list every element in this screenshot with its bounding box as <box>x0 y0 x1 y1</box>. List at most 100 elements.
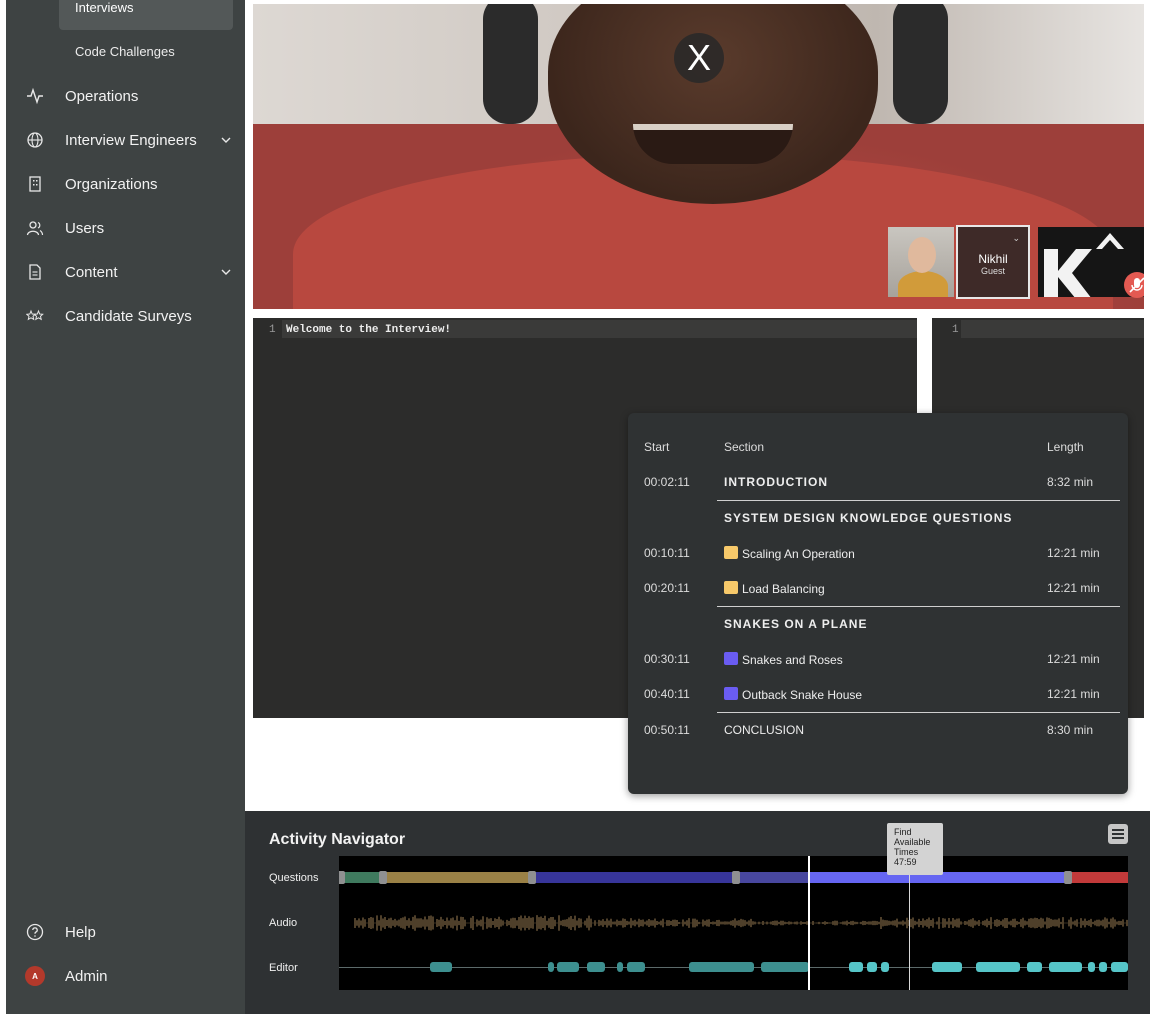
sidebar-item-content[interactable]: Content <box>6 250 245 294</box>
sidebar-item-users[interactable]: Users <box>6 206 245 250</box>
editor-activity-block[interactable] <box>627 962 645 972</box>
list-toggle-button[interactable] <box>1108 824 1128 844</box>
sidebar-item-label: Operations <box>65 87 139 105</box>
code-text: Welcome to the Interview! <box>286 324 452 336</box>
chevron-down-icon[interactable] <box>219 133 233 147</box>
editor-activity-block[interactable] <box>867 962 877 972</box>
sections-popup: Start Section Length 00:02:11 INTRODUCTI… <box>628 413 1128 794</box>
editor-activity-block[interactable] <box>932 962 962 972</box>
timeline[interactable] <box>339 856 1128 990</box>
editor-activity-block[interactable] <box>617 962 623 972</box>
video-subject-smile <box>633 124 793 164</box>
sidebar-item-operations[interactable]: Operations <box>6 74 245 118</box>
section-group-title: SYSTEM DESIGN KNOWLEDGE QUESTIONS <box>724 511 1013 525</box>
editor-activity-block[interactable] <box>557 962 579 972</box>
thumbnail-head <box>908 237 936 273</box>
sidebar-item-admin[interactable]: A Admin <box>6 954 245 998</box>
section-title[interactable]: CONCLUSION <box>724 723 804 737</box>
sidebar-item-label: Interview Engineers <box>65 131 197 149</box>
editor-activity-block[interactable] <box>849 962 863 972</box>
segment-handle[interactable] <box>528 871 536 884</box>
section-title-text: Scaling An Operation <box>742 547 855 561</box>
avatar-letter: A <box>25 966 45 986</box>
chevron-down-icon[interactable]: ⌄ <box>1012 233 1020 244</box>
column-header-length: Length <box>1047 440 1084 454</box>
section-title-text: Outback Snake House <box>742 688 863 702</box>
editor-activity-block[interactable] <box>548 962 554 972</box>
sidebar-item-label: Users <box>65 219 105 237</box>
sidebar-item-candidate-surveys[interactable]: Candidate Surveys <box>6 294 245 338</box>
editor-activity-block[interactable] <box>1088 962 1095 972</box>
participant-role: Guest <box>980 266 1005 276</box>
sidebar-subitem-code-challenges[interactable]: Code Challenges <box>75 44 175 59</box>
thumbnail-body <box>898 271 948 297</box>
section-start: 00:50:11 <box>644 723 690 737</box>
sidebar-item-label: Admin <box>65 967 108 985</box>
activity-navigator: Activity Navigator Questions Audio Edito… <box>245 811 1150 1014</box>
playhead[interactable] <box>808 856 810 990</box>
segment-handle[interactable] <box>379 871 387 884</box>
segment-handle[interactable] <box>339 871 345 884</box>
editor-activity-block[interactable] <box>430 962 452 972</box>
section-color-swatch <box>724 581 738 594</box>
chevron-down-icon[interactable] <box>219 265 233 279</box>
close-video-button[interactable]: X <box>674 33 724 83</box>
section-length: 8:32 min <box>1047 475 1094 489</box>
document-icon <box>25 262 45 282</box>
section-title-text: Snakes and Roses <box>742 653 843 667</box>
editor-activity-block[interactable] <box>689 962 754 972</box>
globe-icon <box>25 130 45 150</box>
sidebar-item-interview-engineers[interactable]: Interview Engineers <box>6 118 245 162</box>
participant-thumbnail-1[interactable] <box>888 227 954 297</box>
headphones-right <box>893 4 948 124</box>
activity-navigator-title: Activity Navigator <box>269 831 406 848</box>
tooltip-text: Available <box>894 837 931 847</box>
section-title[interactable]: INTRODUCTION <box>724 475 828 489</box>
column-header-start: Start <box>644 440 670 454</box>
editor-activity-block[interactable] <box>976 962 1020 972</box>
timeline-tooltip: Find Available Times 47:59 <box>887 823 943 875</box>
divider <box>717 500 1120 501</box>
editor-activity-block[interactable] <box>1099 962 1107 972</box>
editor-activity-block[interactable] <box>1049 962 1082 972</box>
sidebar-item-organizations[interactable]: Organizations <box>6 162 245 206</box>
building-icon <box>25 174 45 194</box>
section-color-swatch <box>724 687 738 700</box>
editor-activity-block[interactable] <box>1027 962 1042 972</box>
segment-handle[interactable] <box>1064 871 1072 884</box>
users-icon <box>25 218 45 238</box>
section-title[interactable]: Load Balancing <box>724 581 825 596</box>
code-line[interactable] <box>961 320 1144 338</box>
sidebar-item-interviews[interactable]: Interviews <box>59 0 233 30</box>
sidebar-item-help[interactable]: Help <box>6 910 245 954</box>
section-title[interactable]: Snakes and Roses <box>724 652 843 667</box>
avatar: A <box>25 966 45 986</box>
section-length: 12:21 min <box>1047 652 1100 666</box>
audio-waveform <box>354 915 1128 931</box>
section-start: 00:20:11 <box>644 581 690 595</box>
participant-thumbnail-nikhil[interactable]: ⌄ Nikhil Guest <box>956 225 1030 299</box>
question-segment-intro[interactable] <box>339 872 381 883</box>
section-title[interactable]: Scaling An Operation <box>724 546 855 561</box>
section-color-swatch <box>724 546 738 559</box>
sidebar-item-label: Interviews <box>75 0 134 15</box>
editor-activity-block[interactable] <box>881 962 889 972</box>
row-label-questions: Questions <box>269 872 319 884</box>
activity-icon <box>25 86 45 106</box>
sidebar-item-label: Organizations <box>65 175 158 193</box>
question-segment-snakes[interactable] <box>531 872 736 883</box>
code-line[interactable]: Welcome to the Interview! <box>282 320 917 338</box>
editor-activity-block[interactable] <box>587 962 605 972</box>
tooltip-time: 47:59 <box>894 857 917 867</box>
line-number: 1 <box>952 324 959 336</box>
segment-handle[interactable] <box>732 871 740 884</box>
section-start: 00:02:11 <box>644 475 690 489</box>
editor-activity-block[interactable] <box>761 962 809 972</box>
section-length: 12:21 min <box>1047 687 1100 701</box>
editor-activity-block[interactable] <box>1111 962 1128 972</box>
section-title[interactable]: Outback Snake House <box>724 687 862 702</box>
section-group-title: SNAKES ON A PLANE <box>724 617 868 631</box>
question-segment-system-design[interactable] <box>381 872 531 883</box>
tooltip-text: Times <box>894 847 919 857</box>
question-segment-conclusion[interactable] <box>1069 872 1128 883</box>
